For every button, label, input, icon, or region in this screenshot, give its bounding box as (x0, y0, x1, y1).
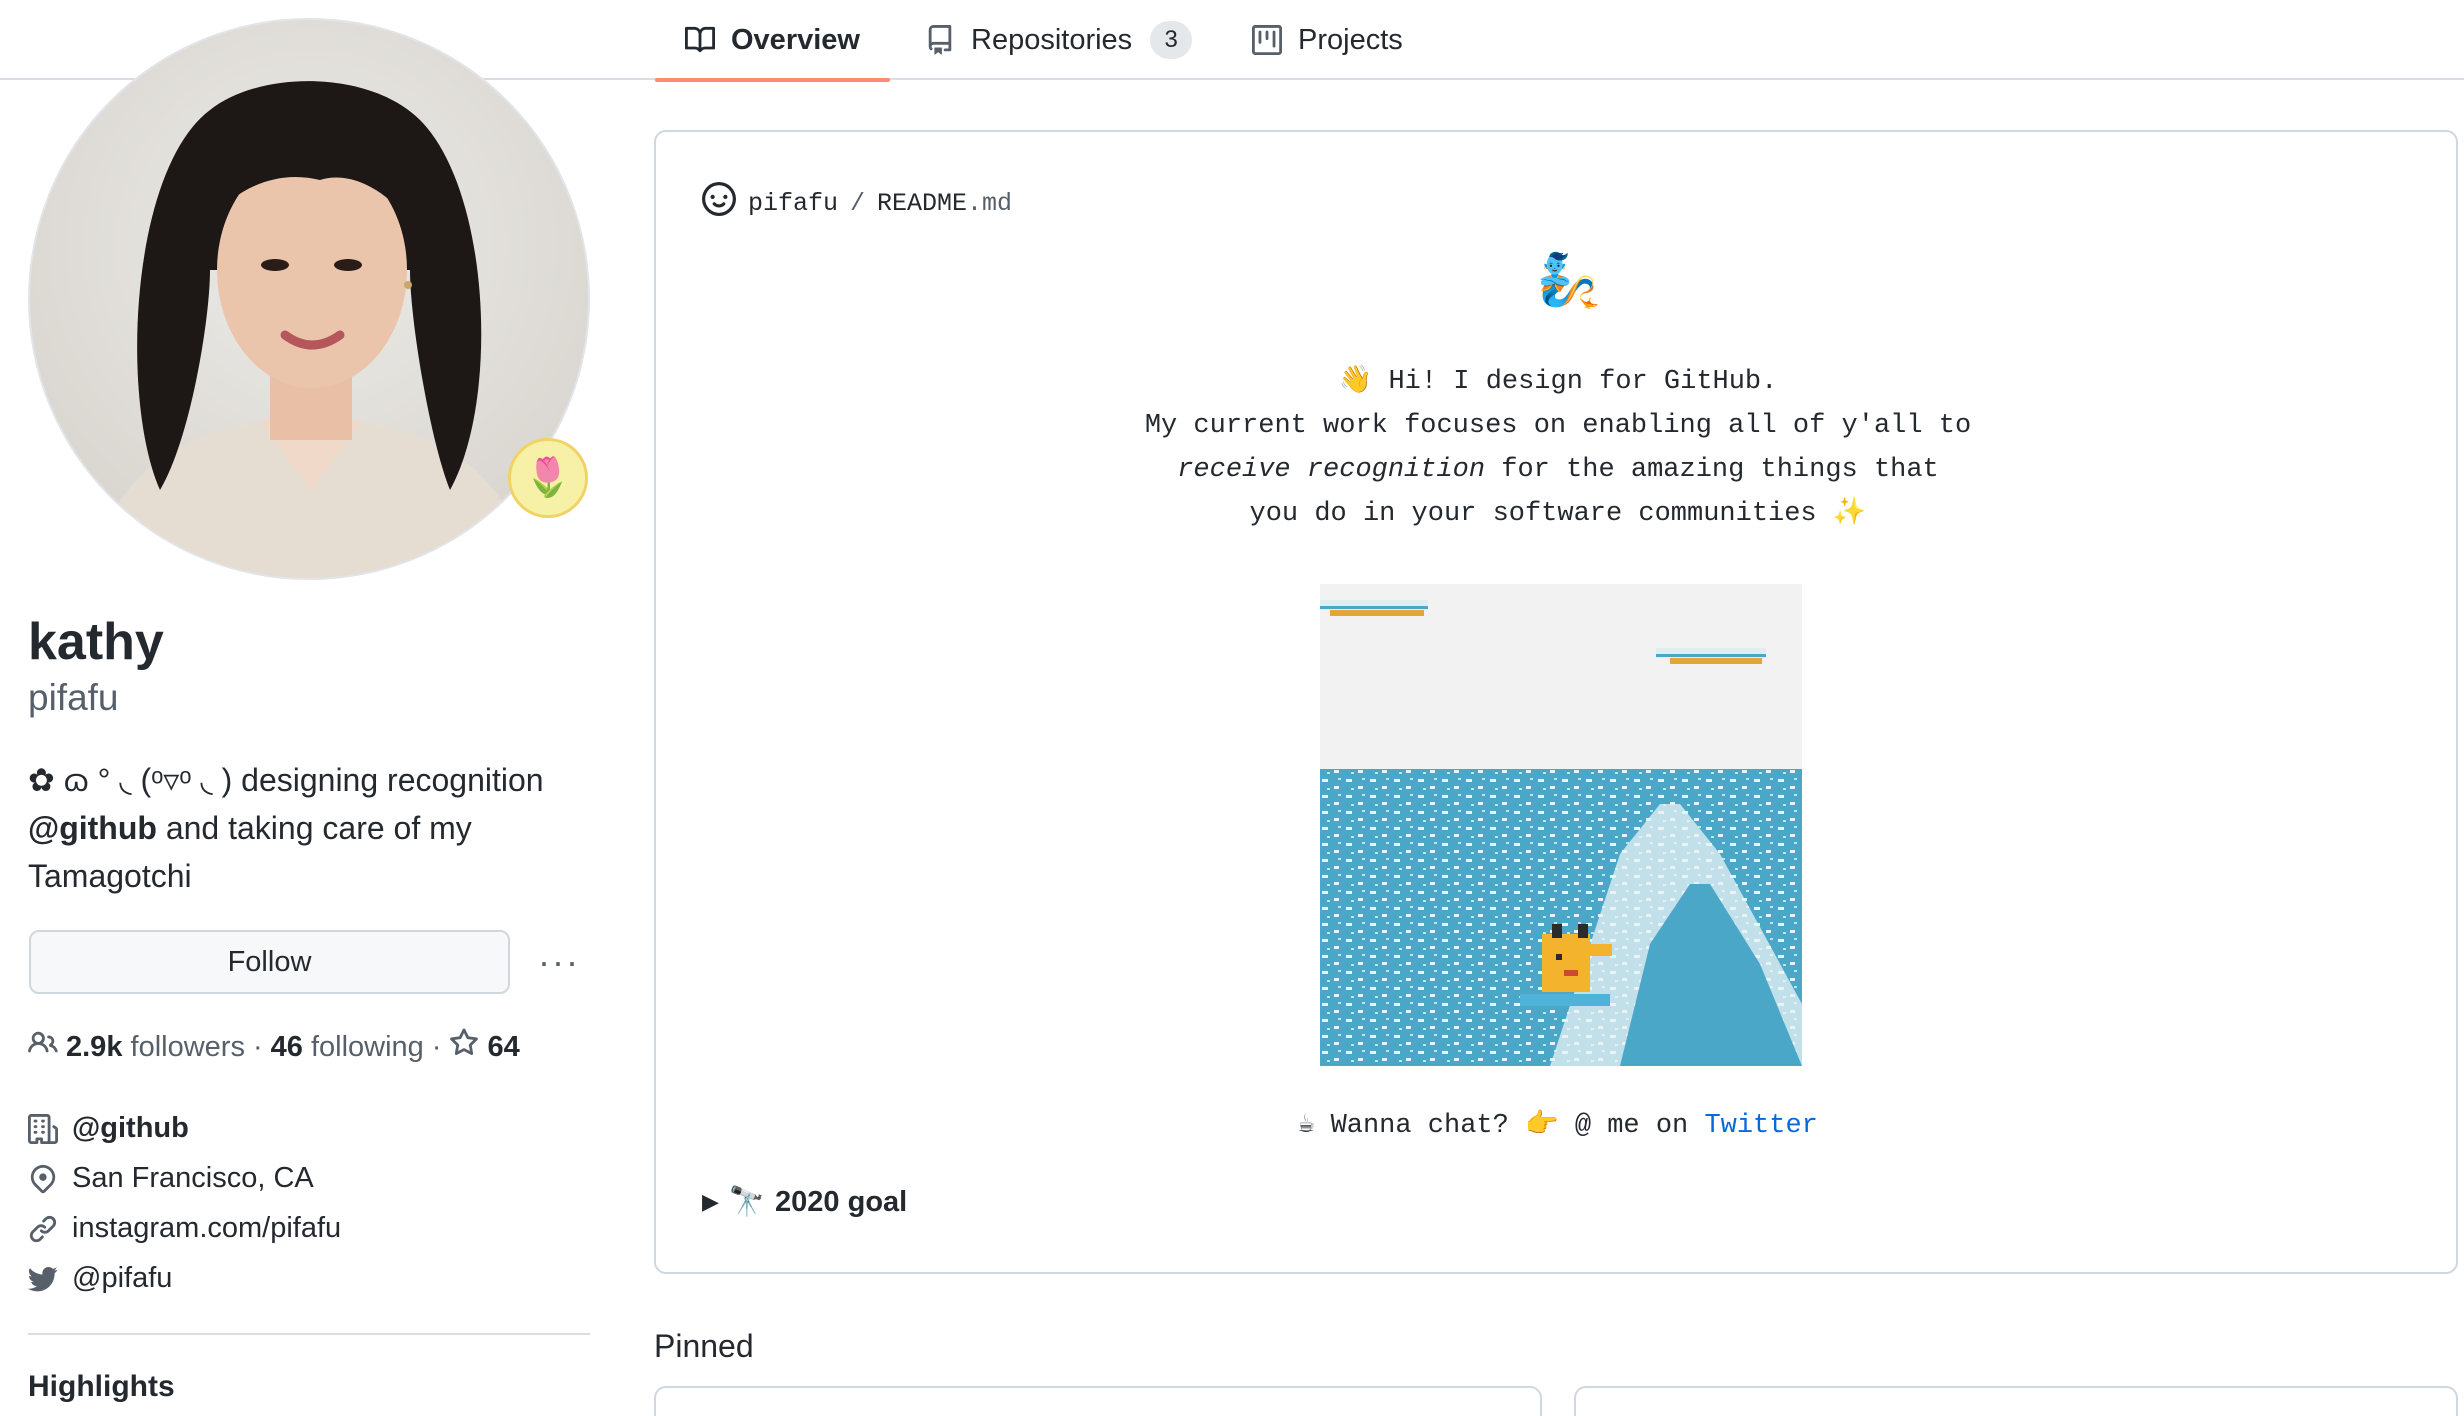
tab-repositories-label: Repositories (971, 23, 1133, 56)
project-icon (1252, 25, 1282, 55)
tab-projects[interactable]: Projects (1252, 0, 1403, 80)
pinned-section-title: Pinned (654, 1328, 754, 1364)
profile-bio: ✿ ɷ ° ◟ (ᵒ▿ᵒ ◟ ) designing recognition @… (28, 756, 608, 900)
vcard-organization-text: @github (72, 1112, 189, 1144)
followers-label: followers (130, 1030, 245, 1063)
organization-icon (28, 1113, 58, 1144)
vcard-location: San Francisco, CA (28, 1162, 314, 1195)
location-icon (28, 1164, 58, 1194)
goal-label: 2020 goal (775, 1185, 908, 1218)
readme-card: pifafu / README.md 🧞 👋 Hi! I design for … (654, 130, 2458, 1274)
pixel-art-surfing-image (1320, 584, 1802, 1066)
vcard-location-text: San Francisco, CA (72, 1162, 314, 1194)
profile-name: kathy (28, 613, 164, 671)
star-icon (449, 1028, 479, 1066)
link-icon (28, 1214, 58, 1244)
intro-line-3: receive recognition for the amazing thin… (1177, 455, 1939, 485)
readme-chat-line: ☕ Wanna chat? 👉 @ me on Twitter (656, 1107, 2460, 1141)
vcard-website[interactable]: instagram.com/pifafu (28, 1212, 341, 1245)
readme-path-separator: / (850, 188, 866, 218)
intro-line-4: you do in your software communities ✨ (1249, 499, 1867, 529)
pinned-card[interactable] (1574, 1386, 2458, 1416)
stars-count: 64 (487, 1030, 520, 1063)
intro-line-2: My current work focuses on enabling all … (1144, 411, 1972, 441)
tab-overview[interactable]: Overview (655, 0, 890, 82)
readme-path: pifafu / README.md (702, 182, 1012, 224)
stars-link[interactable]: 64 (449, 1028, 520, 1066)
followers-link[interactable]: 2.9k followers (66, 1031, 245, 1064)
vcard-website-text: instagram.com/pifafu (72, 1212, 342, 1244)
sidebar-divider (28, 1333, 590, 1335)
stats-separator: · (252, 1030, 263, 1063)
stats-separator: · (431, 1030, 442, 1063)
highlights-title: Highlights (28, 1370, 175, 1403)
tab-repositories[interactable]: Repositories 3 (925, 0, 1193, 80)
followers-count: 2.9k (66, 1030, 123, 1063)
readme-owner-link[interactable]: pifafu (748, 189, 838, 218)
vcard-organization[interactable]: @github (28, 1112, 189, 1145)
intro-line-1: 👋 Hi! I design for GitHub. (1338, 367, 1778, 397)
tab-projects-label: Projects (1298, 23, 1403, 56)
bio-prefix: ✿ ɷ ° ◟ (ᵒ▿ᵒ ◟ ) designing recognition (28, 762, 544, 798)
triangle-right-icon: ▶ (702, 1189, 719, 1214)
vcard-twitter[interactable]: @pifafu (28, 1262, 172, 1295)
readme-filename: README.md (877, 188, 1013, 218)
smiley-icon (702, 182, 736, 224)
profile-login: pifafu (28, 677, 119, 718)
book-icon (685, 25, 715, 55)
following-link[interactable]: 46 following (271, 1031, 424, 1064)
telescope-icon: 🔭 (728, 1186, 766, 1218)
status-badge[interactable]: 🌷 (508, 438, 588, 518)
goal-details-summary[interactable]: ▶ 🔭 2020 goal (702, 1185, 907, 1219)
repositories-count-badge: 3 (1150, 21, 1193, 59)
pinned-card[interactable] (654, 1386, 1542, 1416)
chat-prefix: ☕ Wanna chat? 👉 @ me on (1298, 1111, 1705, 1141)
more-options-button[interactable]: ··· (530, 930, 588, 994)
twitter-icon (28, 1264, 58, 1294)
follow-stats: 2.9k followers · 46 following · 64 (28, 1028, 520, 1066)
people-icon (28, 1028, 58, 1066)
repo-icon (925, 25, 955, 55)
twitter-link[interactable]: Twitter (1704, 1111, 1817, 1141)
following-label: following (310, 1030, 424, 1063)
tab-overview-label: Overview (731, 23, 860, 56)
kebab-horizontal-icon: ··· (538, 941, 580, 982)
pixel-mascot-image: 🧞 (1536, 252, 1601, 310)
bio-mention-link[interactable]: @github (28, 810, 157, 846)
readme-intro: 👋 Hi! I design for GitHub. My current wo… (656, 360, 2460, 536)
following-count: 46 (270, 1030, 303, 1063)
vcard-twitter-text: @pifafu (72, 1262, 173, 1294)
avatar[interactable] (28, 18, 590, 580)
follow-button[interactable]: Follow (29, 930, 510, 994)
